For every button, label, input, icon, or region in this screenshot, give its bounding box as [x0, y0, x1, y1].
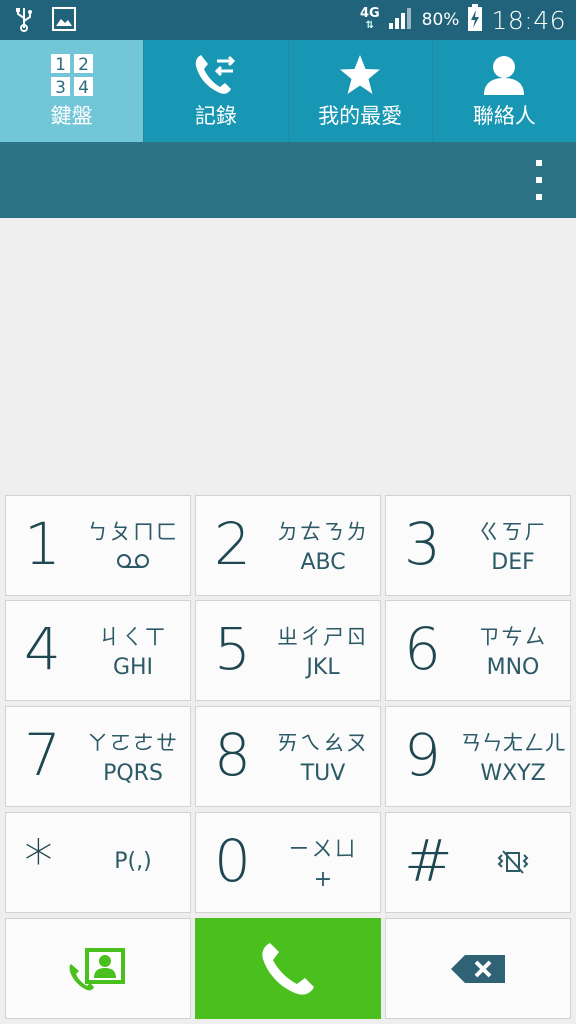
- key-digit: 1: [24, 510, 61, 578]
- key-digit: 7: [24, 721, 61, 789]
- key-digit: 9: [404, 721, 441, 789]
- svg-text:2: 2: [78, 55, 89, 75]
- key-bopomofo: ㄉㄊㄋㄌ: [277, 520, 369, 544]
- contacts-shortcut-button[interactable]: [5, 918, 191, 1019]
- number-display[interactable]: [0, 218, 576, 494]
- signal-icon: [388, 6, 414, 34]
- key-digit: 6: [404, 615, 441, 683]
- key-0[interactable]: 0 ㄧㄨㄩ +: [195, 812, 381, 913]
- key-digit: 4: [24, 615, 61, 683]
- key-letters: DEF: [491, 550, 535, 575]
- svg-text:1: 1: [55, 55, 66, 75]
- tab-bar: 1 2 3 4 鍵盤 記錄 我的最愛 聯絡人: [0, 40, 576, 142]
- key-digit: 8: [214, 721, 251, 789]
- tab-label: 鍵盤: [50, 104, 93, 128]
- status-bar: 4G ⇅ 80% 18:46: [0, 0, 576, 40]
- key-letters: WXYZ: [480, 761, 546, 786]
- key-bopomofo: ㄍㄎㄏ: [478, 520, 548, 544]
- key-letters: MNO: [486, 655, 540, 680]
- key-letters: GHI: [112, 655, 154, 680]
- phone-icon: [196, 919, 380, 1018]
- tab-label: 我的最愛: [318, 104, 403, 128]
- tab-keypad[interactable]: 1 2 3 4 鍵盤: [0, 40, 145, 142]
- contact-icon: [482, 52, 526, 98]
- key-digit: #: [404, 827, 453, 895]
- key-bopomofo: ㄓㄔㄕㄖ: [277, 625, 369, 649]
- keypad-icon: 1 2 3 4: [50, 52, 94, 98]
- key-2[interactable]: 2 ㄉㄊㄋㄌ ABC: [195, 495, 381, 596]
- key-letters: PQRS: [103, 761, 163, 786]
- key-5[interactable]: 5 ㄓㄔㄕㄖ JKL: [195, 600, 381, 701]
- key-bopomofo: ㄢㄣㄤㄥㄦ: [460, 731, 566, 755]
- key-bopomofo: ㄞㄟㄠㄡ: [277, 731, 369, 755]
- network-type: 4G: [359, 6, 380, 21]
- battery-percent: 80%: [421, 10, 460, 30]
- key-letters: ABC: [300, 550, 346, 575]
- key-digit: 2: [214, 510, 251, 578]
- network-indicator: 4G ⇅: [359, 6, 380, 32]
- key-bopomofo: ㄚㄛㄜㄝ: [87, 731, 179, 755]
- call-button[interactable]: [195, 918, 381, 1019]
- key-1[interactable]: 1 ㄅㄆㄇㄈ: [5, 495, 191, 596]
- usb-icon: [14, 6, 34, 36]
- key-4[interactable]: 4 ㄐㄑㄒ GHI: [5, 600, 191, 701]
- key-bopomofo: ㄐㄑㄒ: [98, 625, 168, 649]
- vibrate-mute-icon: [456, 847, 570, 883]
- clock: 18:46: [491, 5, 566, 35]
- key-3[interactable]: 3 ㄍㄎㄏ DEF: [385, 495, 571, 596]
- tab-call-log[interactable]: 記錄: [144, 40, 289, 142]
- key-bopomofo: ㄗㄘㄙ: [478, 625, 548, 649]
- data-arrows-icon: ⇅: [365, 20, 374, 31]
- tab-contacts[interactable]: 聯絡人: [432, 40, 576, 142]
- key-6[interactable]: 6 ㄗㄘㄙ MNO: [385, 600, 571, 701]
- key-8[interactable]: 8 ㄞㄟㄠㄡ TUV: [195, 706, 381, 807]
- key-letters: TUV: [300, 761, 346, 786]
- battery-charging-icon: [467, 4, 483, 36]
- image-icon: [52, 7, 76, 35]
- star-icon: [338, 52, 382, 98]
- backspace-icon: [386, 919, 570, 1018]
- call-log-icon: [193, 52, 239, 98]
- key-letters: +: [313, 867, 333, 892]
- key-digit: 0: [214, 827, 251, 895]
- key-pause-label: P(,): [114, 849, 152, 874]
- key-9[interactable]: 9 ㄢㄣㄤㄥㄦ WXYZ: [385, 706, 571, 807]
- backspace-button[interactable]: [385, 918, 571, 1019]
- key-digit: 3: [404, 510, 441, 578]
- tab-label: 記錄: [194, 104, 237, 128]
- key-bopomofo: ㄧㄨㄩ: [288, 837, 358, 861]
- key-bopomofo: ㄅㄆㄇㄈ: [87, 520, 179, 544]
- voicemail-icon: [76, 550, 190, 575]
- tab-favorites[interactable]: 我的最愛: [288, 40, 433, 142]
- key-digit: 5: [214, 615, 251, 683]
- key-7[interactable]: 7 ㄚㄛㄜㄝ PQRS: [5, 706, 191, 807]
- key-letters: JKL: [306, 655, 340, 680]
- key-star[interactable]: * P(,): [5, 812, 191, 913]
- key-hash[interactable]: #: [385, 812, 571, 913]
- toolbar: [0, 142, 576, 218]
- more-options-icon[interactable]: [532, 160, 546, 200]
- svg-text:3: 3: [55, 78, 66, 97]
- add-contact-icon: [6, 919, 190, 1018]
- tab-label: 聯絡人: [472, 104, 536, 128]
- notification-icons: [14, 6, 76, 36]
- svg-text:4: 4: [78, 78, 89, 97]
- key-digit: *: [24, 827, 53, 895]
